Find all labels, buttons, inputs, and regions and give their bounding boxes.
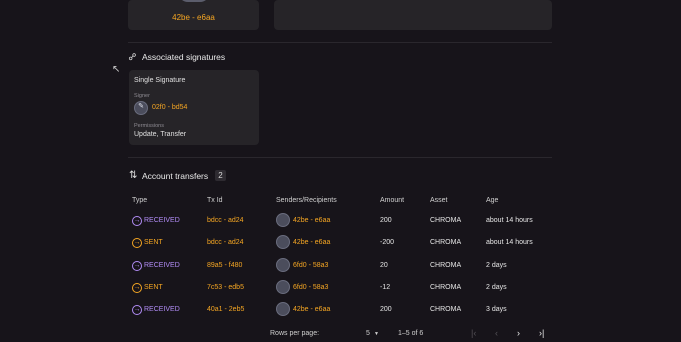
- account-address[interactable]: 42be - e6aa: [128, 13, 259, 22]
- asset: CHROMA: [430, 284, 462, 291]
- rows-per-page-label: Rows per page:: [270, 330, 320, 337]
- dropdown-icon: ▼: [374, 331, 379, 337]
- amount: 20: [380, 262, 388, 269]
- asset: CHROMA: [430, 306, 462, 313]
- tx-id-link[interactable]: 40a1 - 2eb5: [207, 305, 244, 315]
- party-address-link[interactable]: 42be - e6aa: [293, 238, 330, 248]
- asset: CHROMA: [430, 239, 462, 246]
- prev-page-icon[interactable]: ‹: [495, 328, 498, 338]
- cursor-icon: ↖: [112, 64, 121, 75]
- transfer-icon: ⇅: [129, 170, 138, 181]
- column-header-txid: Tx Id: [207, 197, 223, 204]
- transfer-count-badge: 2: [215, 170, 226, 181]
- party-address-link[interactable]: 42be - e6aa: [293, 305, 330, 315]
- transfer-type: RECEIVED: [144, 306, 180, 313]
- permissions-label: Permissions: [134, 123, 164, 129]
- received-icon: →: [132, 216, 142, 226]
- last-page-icon[interactable]: ›|: [539, 328, 544, 338]
- amount: -12: [380, 284, 391, 291]
- asset: CHROMA: [430, 262, 462, 269]
- column-header-amount: Amount: [380, 197, 405, 204]
- column-header-asset: Asset: [430, 197, 448, 204]
- link-icon: ⚯: [126, 50, 141, 65]
- party-address-link[interactable]: 6fd0 - 58a3: [293, 261, 328, 271]
- account-summary-card: 42be - e6aa: [128, 0, 259, 30]
- tx-id-link[interactable]: 7c53 - edb5: [207, 283, 244, 293]
- first-page-icon[interactable]: |‹: [471, 328, 476, 338]
- tx-id-link[interactable]: bdcc - ad24: [207, 216, 244, 226]
- section-title-signatures: Associated signatures: [142, 52, 226, 62]
- age: 3 days: [486, 306, 507, 313]
- asset: CHROMA: [430, 217, 462, 224]
- party-avatar: [276, 258, 290, 272]
- signature-card: Single Signature Signer ✎ 02f0 - bd54 Pe…: [129, 70, 259, 145]
- age: 2 days: [486, 284, 507, 291]
- transfer-type: RECEIVED: [144, 217, 180, 224]
- party-avatar: [276, 213, 290, 227]
- tx-id-link[interactable]: 89a5 - f480: [207, 261, 242, 271]
- transfer-type: SENT: [144, 239, 163, 246]
- avatar: [178, 0, 210, 2]
- rows-per-page-value: 5: [366, 330, 370, 337]
- next-page-icon[interactable]: ›: [517, 328, 520, 338]
- transfer-type: RECEIVED: [144, 262, 180, 269]
- column-header-type: Type: [132, 197, 148, 204]
- pagination-range: 1–5 of 6: [398, 330, 424, 337]
- party-address-link[interactable]: 42be - e6aa: [293, 216, 330, 226]
- sent-icon: →: [132, 283, 142, 293]
- received-icon: →: [132, 305, 142, 315]
- column-header-age: Age: [486, 197, 499, 204]
- signer-label: Signer: [134, 93, 150, 99]
- tx-id-link[interactable]: bdcc - ad24: [207, 238, 244, 248]
- party-avatar: [276, 280, 290, 294]
- age: 2 days: [486, 262, 507, 269]
- amount: -200: [380, 239, 395, 246]
- section-title-transfers: Account transfers: [142, 171, 209, 181]
- amount: 200: [380, 306, 392, 313]
- sent-icon: →: [132, 238, 142, 248]
- age: about 14 hours: [486, 217, 533, 224]
- pen-icon: ✎: [138, 103, 144, 110]
- signature-card-title: Single Signature: [134, 77, 186, 84]
- age: about 14 hours: [486, 239, 533, 246]
- signer-address[interactable]: 02f0 - bd54: [152, 104, 187, 111]
- divider: [128, 157, 552, 158]
- column-header-parties: Senders/Recipients: [276, 197, 337, 204]
- received-icon: →: [132, 261, 142, 271]
- party-avatar: [276, 235, 290, 249]
- divider: [128, 42, 552, 43]
- permissions-value: Update, Transfer: [134, 131, 187, 138]
- party-address-link[interactable]: 6fd0 - 58a3: [293, 283, 328, 293]
- amount: 200: [380, 217, 392, 224]
- transfer-type: SENT: [144, 284, 163, 291]
- party-avatar: [276, 302, 290, 316]
- account-details-card: [274, 0, 552, 30]
- rows-per-page-select[interactable]: 5 ▼: [366, 327, 384, 339]
